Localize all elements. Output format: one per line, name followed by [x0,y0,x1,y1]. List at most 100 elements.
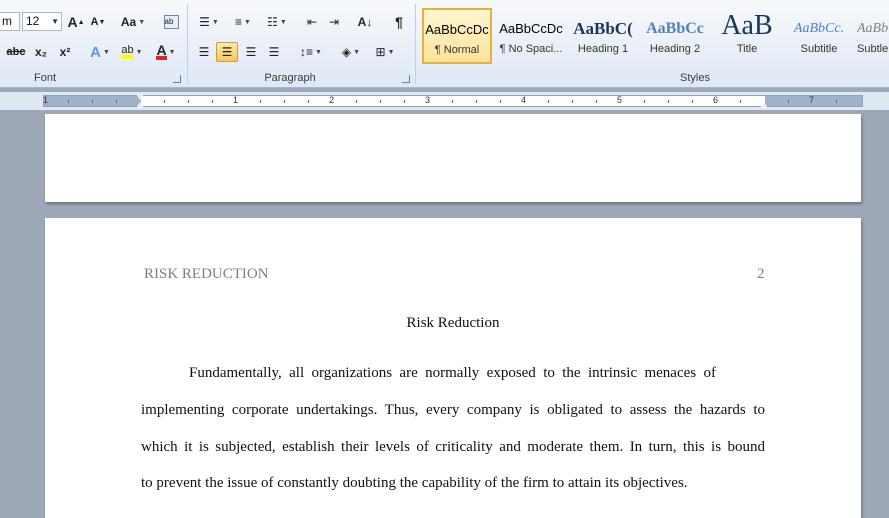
ruler-tick [788,100,789,103]
hanging-indent-marker[interactable] [136,102,144,108]
ruler-tick [572,100,573,103]
align-center-button[interactable]: ☰ [216,42,238,62]
ruler-tick [188,100,189,103]
align-center-icon: ☰ [221,45,233,59]
strikethrough-button[interactable]: abc [4,42,28,62]
show-formatting-marks-button[interactable]: ¶ [388,12,410,32]
ruler-tick [68,100,69,103]
subscript-icon: x₂ [34,45,47,59]
shrink-font-button[interactable]: A ▼ [88,12,108,32]
ruler-number: 5 [617,95,623,105]
align-left-icon: ☰ [198,45,210,59]
pilcrow-icon: ¶ [395,14,403,30]
body-text-line: Fundamentally, all organizations are nor… [189,365,716,381]
style-sample: AaB [721,10,773,41]
document-page-previous[interactable] [45,114,861,202]
text-effects-button[interactable]: A ▼ [86,42,114,62]
font-size-combo[interactable]: 12 ▼ [22,12,62,31]
style-sample: AaBbCc [646,20,704,37]
increase-indent-button[interactable]: ⇥ [324,12,344,32]
ruler-tick [164,100,165,103]
eraser-icon: ab [163,15,179,29]
right-indent-marker[interactable] [760,102,768,108]
shrink-font-icon: A [90,16,99,28]
justify-icon: ☰ [268,45,280,59]
sort-button[interactable]: A↓ [354,12,376,32]
style-sample: AaBbCcDc [499,21,563,36]
shading-button[interactable]: ◈ ▼ [336,42,366,62]
paint-bucket-icon: ◈ [341,45,352,59]
horizontal-ruler[interactable]: 1 1 2 3 4 5 6 7 [0,92,889,110]
styles-gallery: AaBbCcDc ¶ Normal AaBbCcDc ¶ No Spaci...… [420,8,889,66]
ruler-tick [500,100,501,103]
style-subtle-emphasis[interactable]: AaBb Subtle [856,8,889,64]
style-heading-2[interactable]: AaBbCc Heading 2 [640,8,710,64]
ruler-tick [260,100,261,103]
style-no-spacing[interactable]: AaBbCcDc ¶ No Spaci... [496,8,566,64]
highlight-button[interactable]: ab ▼ [116,42,148,62]
font-dialog-launcher-icon[interactable] [173,75,181,83]
style-subtitle[interactable]: AaBbCc. Subtitle [784,8,854,64]
strikethrough-icon: abc [6,46,26,58]
font-color-icon: A [156,42,167,60]
borders-button[interactable]: ⊞ ▼ [370,42,400,62]
ruler-tick [644,100,645,103]
ruler-bar: 1 1 2 3 4 5 6 7 [43,95,863,107]
paragraph-dialog-launcher-icon[interactable] [402,75,410,83]
ruler-tick [380,100,381,103]
ruler-tick [668,100,669,103]
superscript-button[interactable]: x² [54,42,76,62]
style-title[interactable]: AaB Title [712,8,782,64]
body-text-line: which it is subjected, establish their l… [141,439,765,455]
style-heading-1[interactable]: AaBbC( Heading 1 [568,8,638,64]
ruler-tick [404,100,405,103]
grow-font-button[interactable]: A ▲ [66,12,86,32]
ruler-tick [308,100,309,103]
align-right-button[interactable]: ☰ [240,42,262,62]
ruler-tick [596,100,597,103]
ruler-number: 2 [329,95,335,105]
ruler-number: 3 [425,95,431,105]
ruler-tick [284,100,285,103]
first-line-indent-marker[interactable] [136,94,144,100]
ruler-tick [548,100,549,103]
style-name: Subtle [857,43,889,55]
line-spacing-button[interactable]: ↕≡ ▼ [296,42,326,62]
font-color-button[interactable]: A ▼ [150,42,182,62]
subscript-button[interactable]: x₂ [30,42,52,62]
outdent-icon: ⇤ [306,15,318,29]
document-page[interactable]: RISK REDUCTION 2 Risk Reduction Fundamen… [45,218,861,518]
style-name: Heading 2 [649,43,701,55]
ruler-tick [116,100,117,103]
justify-button[interactable]: ☰ [263,42,285,62]
borders-icon: ⊞ [375,45,386,59]
style-sample: AaBbC( [573,19,633,38]
font-name-value: m [2,14,12,28]
style-sample: AaBbCc. [793,21,845,36]
clear-formatting-button[interactable]: ab [160,12,182,32]
style-name: Subtitle [800,43,838,55]
numbering-button[interactable]: ≡ ▼ [227,12,259,32]
align-right-icon: ☰ [245,45,257,59]
body-text-line: to prevent the issue of constantly doubt… [141,475,688,491]
styles-group-label: Styles [680,72,710,84]
document-title: Risk Reduction [406,315,500,331]
ruler-number: 7 [809,95,815,105]
font-size-value: 12 [26,14,40,28]
ribbon: m 12 ▼ A ▲ A ▼ Aa ▼ ab abc x₂ x² A ▼ ab ▼ A ▼ … [0,0,889,88]
text-effects-icon: A [90,43,101,61]
multilevel-list-icon: ☷ [267,15,278,29]
ruler-tick [836,100,837,103]
align-left-button[interactable]: ☰ [193,42,215,62]
highlighter-icon: ab [121,45,134,59]
font-name-combo[interactable]: m [0,12,20,31]
change-case-button[interactable]: Aa ▼ [118,12,148,32]
bullets-button[interactable]: ☰ ▼ [193,12,225,32]
multilevel-list-button[interactable]: ☷ ▼ [261,12,293,32]
decrease-indent-button[interactable]: ⇤ [302,12,322,32]
bullet-list-icon: ☰ [199,15,210,29]
font-group-label: Font [33,72,56,84]
style-normal[interactable]: AaBbCcDc ¶ Normal [422,8,492,64]
ruler-number: 1 [233,95,239,105]
ruler-tick [740,100,741,103]
